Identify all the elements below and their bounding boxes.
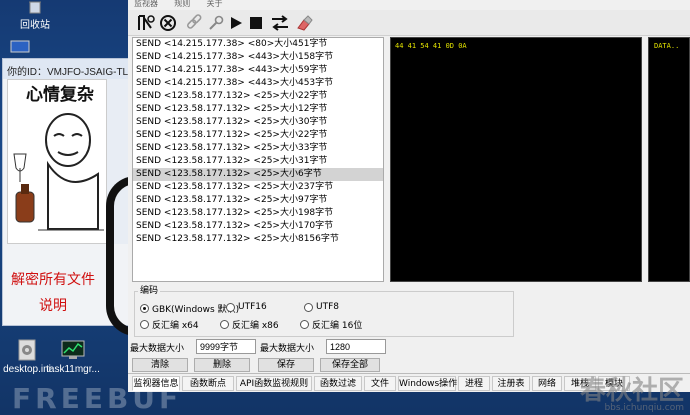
recycle-bin-icon [29,1,41,14]
max-size-input-1[interactable] [196,339,256,354]
radio-label: UTF8 [316,302,339,312]
packet-row[interactable]: SEND <14.215.177.38> <443>大小453字节 [133,77,383,90]
menu-item-about[interactable]: 关于 [206,0,222,8]
ascii-dump-text: DATA.. [654,42,680,50]
packet-row[interactable]: SEND <123.58.177.132> <25>大小31字节 [133,155,383,168]
swap-arrows-icon [272,15,288,31]
gear-file-icon [18,339,36,361]
max-size-row: 最大数据大小 最大数据大小 [130,339,390,355]
radio-indicator [226,302,235,312]
radio-label: UTF16 [238,302,267,312]
encoding-label: 编码 [138,283,161,296]
radio-disasm-16bit[interactable]: 反汇编 16位 [300,318,362,331]
stop-button[interactable] [246,13,266,33]
menu-bar: 监视器 规则 关于 [128,0,690,10]
radio-indicator [220,320,229,329]
ascii-view[interactable]: DATA.. [648,37,690,282]
tab-6[interactable]: 进程 [458,376,490,391]
stop-capture-button[interactable] [158,13,178,33]
menu-item-monitor[interactable]: 监视器 [134,0,158,8]
tab-7[interactable]: 注册表 [492,376,530,391]
desktop-icon-label: task11mgr... [46,364,100,375]
packet-row[interactable]: SEND <123.58.177.132> <25>大小6字节 [133,168,383,181]
tab-5[interactable]: Windows操作 [398,376,457,391]
radio-indicator [140,320,149,329]
action-buttons: 清除 删除 保存 保存全部 [132,358,382,372]
ransom-window-title: 你的ID：VMJFO-JSAIG-TLZXU [3,59,129,79]
radio-disasm-x64[interactable]: 反汇编 x64 [140,318,199,331]
encoding-group: 编码 GBK(Windows 默认) UTF16 UTF8 反汇编 x64 反汇… [132,283,514,338]
tab-4[interactable]: 文件 [364,376,396,391]
packet-row[interactable]: SEND <123.58.177.132> <25>大小198字节 [133,207,383,220]
radio-indicator [300,320,309,329]
link-icon [186,14,202,29]
packet-row[interactable]: SEND <123.58.177.132> <25>大小97字节 [133,194,383,207]
monitor-icon [10,40,30,53]
max-size-label-2: 最大数据大小 [260,344,315,354]
system-shortcut[interactable] [0,40,40,56]
tab-2[interactable]: API函数监视规则 [236,376,312,391]
packet-row[interactable]: SEND <14.215.177.38> <443>大小59字节 [133,64,383,77]
monitor-window: 监视器 规则 关于 SEND <14.215.177.38> <80>大小451… [128,0,690,392]
packet-row[interactable]: SEND <123.58.177.132> <25>大小237字节 [133,181,383,194]
task-manager-icon [61,340,85,359]
radio-label: 反汇编 x86 [232,321,279,331]
recycle-bin-shortcut[interactable]: 回收站 [0,0,70,31]
hex-dump-text: 44 41 54 41 0D 0A [395,42,467,50]
save-button[interactable]: 保存 [258,358,314,372]
tab-8[interactable]: 网络 [532,376,562,391]
radio-indicator [140,304,149,313]
radio-indicator [304,302,313,312]
instructions-link[interactable]: 说明 [39,295,67,315]
meme-image: 心情复杂 [7,79,107,244]
filter-icon [138,15,155,30]
radio-label: 反汇编 16位 [312,321,363,331]
max-size-input-2[interactable] [326,339,386,354]
packet-row[interactable]: SEND <123.58.177.132> <25>大小12字节 [133,103,383,116]
attach-button[interactable] [184,13,204,33]
filter-button[interactable] [136,13,156,33]
tab-10[interactable]: 模块 [598,376,630,391]
tab-0[interactable]: 监视器信息 [132,376,180,391]
meme-face-icon [13,113,104,231]
menu-item-rules[interactable]: 规则 [174,0,190,8]
delete-button[interactable]: 删除 [194,358,250,372]
save-all-button[interactable]: 保存全部 [320,358,380,372]
packet-row[interactable]: SEND <14.215.177.38> <443>大小158字节 [133,51,383,64]
play-icon [231,17,242,29]
clear-button[interactable]: 清除 [132,358,188,372]
packet-row[interactable]: SEND <123.58.177.132> <25>大小8156字节 [133,233,383,246]
settings-button[interactable] [206,13,226,33]
task-manager-shortcut[interactable]: task11mgr... [38,338,108,375]
stop-circle-icon [160,15,176,31]
packet-row[interactable]: SEND <14.215.177.38> <80>大小451字节 [133,38,383,51]
start-button[interactable] [226,13,246,33]
switch-button[interactable] [270,13,290,33]
packet-list[interactable]: SEND <14.215.177.38> <80>大小451字节 SEND <14… [132,37,384,282]
tab-1[interactable]: 函数断点 [182,376,234,391]
packet-row[interactable]: SEND <123.58.177.132> <25>大小33字节 [133,142,383,155]
eraser-icon [297,15,313,31]
radio-gbk[interactable]: GBK(Windows 默认) [140,302,239,315]
radio-utf16[interactable]: UTF16 [226,302,267,312]
radio-utf8[interactable]: UTF8 [304,302,339,312]
hex-view[interactable]: 44 41 54 41 0D 0A [390,37,642,282]
tab-9[interactable]: 堆栈 [564,376,596,391]
toolbar [128,10,690,36]
stop-icon [250,17,262,29]
packet-row[interactable]: SEND <123.58.177.132> <25>大小22字节 [133,90,383,103]
packet-row[interactable]: SEND <123.58.177.132> <25>大小22字节 [133,129,383,142]
radio-disasm-x86[interactable]: 反汇编 x86 [220,318,279,331]
recycle-bin-label: 回收站 [20,20,50,31]
tab-bar: 监视器信息 函数断点 API函数监视规则 函数过滤 文件 Windows操作 进程 注册表 网络… [128,373,690,392]
packet-row[interactable]: SEND <123.58.177.132> <25>大小170字节 [133,220,383,233]
clean-button[interactable] [294,13,314,33]
radio-label: 反汇编 x64 [152,321,199,331]
tab-3[interactable]: 函数过滤 [314,376,362,391]
packet-row[interactable]: SEND <123.58.177.132> <25>大小30字节 [133,116,383,129]
decrypt-files-link[interactable]: 解密所有文件 [11,269,95,289]
max-size-label-1: 最大数据大小 [130,344,185,354]
tool-icon [209,15,224,30]
